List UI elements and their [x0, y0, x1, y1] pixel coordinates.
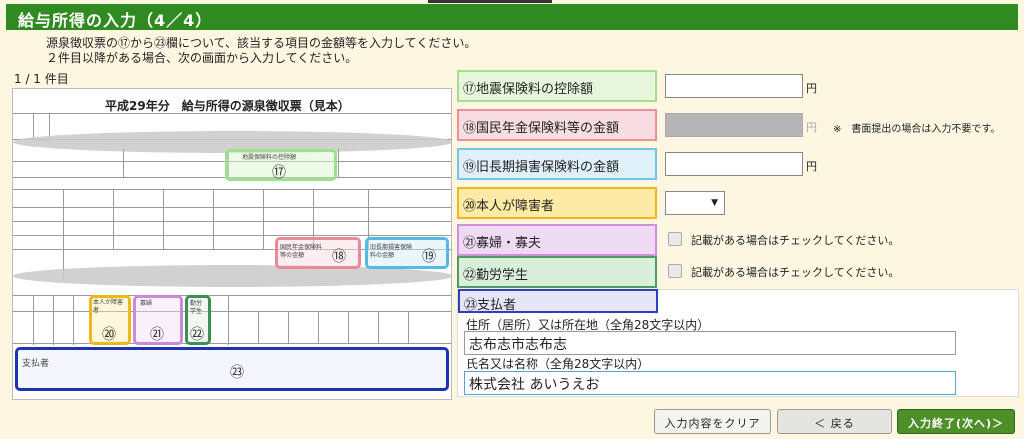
working-student-checkbox[interactable]: [668, 264, 682, 278]
field-17-label: ⑰地震保険料の控除額: [457, 70, 657, 102]
form-rule: [213, 189, 214, 249]
form-rule: [258, 311, 259, 343]
form-area-20-marker: ⑳: [102, 327, 116, 343]
payer-name-input[interactable]: 株式会社 あいうえお: [464, 371, 956, 395]
form-area-19-caption: 旧長期損害保険料の金額: [370, 244, 413, 259]
widow-checkbox[interactable]: [668, 232, 682, 246]
form-rule: [408, 311, 409, 343]
field-18-label: ⑱国民年金保険料等の金額: [457, 109, 657, 141]
disability-select[interactable]: ▼: [665, 191, 725, 215]
form-rule: [13, 113, 451, 114]
record-count: 1 / 1 件目: [14, 72, 69, 86]
form-area-19: 旧長期損害保険料の金額 ⑲: [365, 237, 449, 269]
yen-unit: 円: [806, 82, 817, 95]
instruction-line-2: ２件目以降がある場合、次の画面から入力してください。: [46, 51, 358, 65]
form-rule: [288, 311, 289, 343]
form-rule: [123, 149, 124, 177]
form-rule: [163, 189, 164, 249]
payer-address-input[interactable]: 志布志市志布志: [464, 331, 956, 355]
form-area-17-caption: 地震保険料の控除額: [242, 154, 297, 161]
field-23-label: ㉓支払者: [458, 289, 658, 313]
form-rule: [13, 207, 451, 208]
form-rule: [13, 189, 451, 190]
page-header: 給与所得の入力（4／4）: [6, 4, 1018, 30]
form-rule: [318, 311, 319, 343]
form-area-20: 本人が障害者 ⑳: [89, 295, 131, 345]
form-rule: [13, 235, 451, 236]
form-rule: [338, 149, 339, 177]
chevron-down-icon: ▼: [711, 198, 718, 208]
field-21-label: ㉑寡婦・寡夫: [457, 224, 657, 256]
form-area-17-marker: ⑰: [272, 165, 286, 181]
form-area-23-caption: 支払者: [22, 359, 50, 369]
form-area-23: 支払者 ㉓: [15, 347, 449, 391]
national-pension-input: [665, 113, 803, 137]
form-rule: [33, 113, 34, 139]
earthquake-insurance-input[interactable]: [665, 74, 803, 98]
yen-unit: 円: [806, 160, 817, 173]
form-rule: [73, 295, 74, 345]
top-rule: [428, 0, 552, 3]
form-rule: [63, 189, 64, 279]
field-20-label: ⑳本人が障害者: [457, 187, 657, 219]
form-area-17: 地震保険料の控除額 ⑰: [225, 149, 337, 181]
form-rule: [348, 311, 349, 343]
form-rule: [263, 189, 264, 249]
form-rule: [378, 311, 379, 343]
form-rule: [53, 295, 54, 345]
widow-checkbox-label: 記載がある場合はチェックしてください。: [691, 234, 900, 247]
form-area-18-caption: 国民年金保険料等の金額: [280, 244, 323, 259]
finish-next-button[interactable]: 入力終了(次へ)＞: [897, 409, 1015, 434]
form-area-21-caption: 寡婦: [140, 300, 153, 307]
form-area-22-caption: 勤労学生: [190, 300, 203, 315]
page-title: 給与所得の入力（4／4）: [18, 11, 213, 30]
form-area-23-marker: ㉓: [230, 365, 244, 381]
form-image-title: 平成29年分 給与所得の源泉徴収票（見本）: [105, 99, 350, 113]
form-rule: [13, 221, 451, 222]
form-rule: [228, 295, 229, 345]
form-rule: [13, 295, 451, 296]
field-22-label: ㉒勤労学生: [457, 256, 657, 288]
form-area-21-marker: ㉑: [150, 327, 164, 343]
form-area-18: 国民年金保険料等の金額 ⑱: [275, 237, 361, 269]
paper-filing-note: ※ 書面提出の場合は入力不要です。: [833, 124, 1001, 135]
withholding-slip-image: 平成29年分 給与所得の源泉徴収票（見本） 地震保険料の控除額 ⑰ 国民年金保険…: [12, 88, 452, 400]
yen-unit: 円: [806, 121, 817, 134]
form-area-20-caption: 本人が障害者: [93, 299, 124, 314]
form-area-19-marker: ⑲: [422, 249, 436, 265]
form-area-21: 寡婦 ㉑: [133, 295, 183, 345]
form-rule: [13, 343, 451, 344]
field-19-label: ⑲旧長期損害保険料の金額: [457, 148, 657, 180]
form-rule: [33, 295, 34, 345]
form-area-22: 勤労学生 ㉒: [185, 295, 211, 345]
back-button[interactable]: ＜ 戻る: [777, 409, 892, 434]
long-term-insurance-input[interactable]: [665, 152, 803, 176]
working-student-checkbox-label: 記載がある場合はチェックしてください。: [691, 266, 900, 279]
payer-name-label: 氏名又は名称（全角28文字以内）: [466, 357, 650, 371]
form-rule: [13, 311, 451, 312]
form-area-18-marker: ⑱: [332, 249, 346, 265]
form-area-22-marker: ㉒: [190, 327, 204, 343]
clear-input-button[interactable]: 入力内容をクリア: [654, 409, 771, 434]
form-rule: [113, 189, 114, 249]
